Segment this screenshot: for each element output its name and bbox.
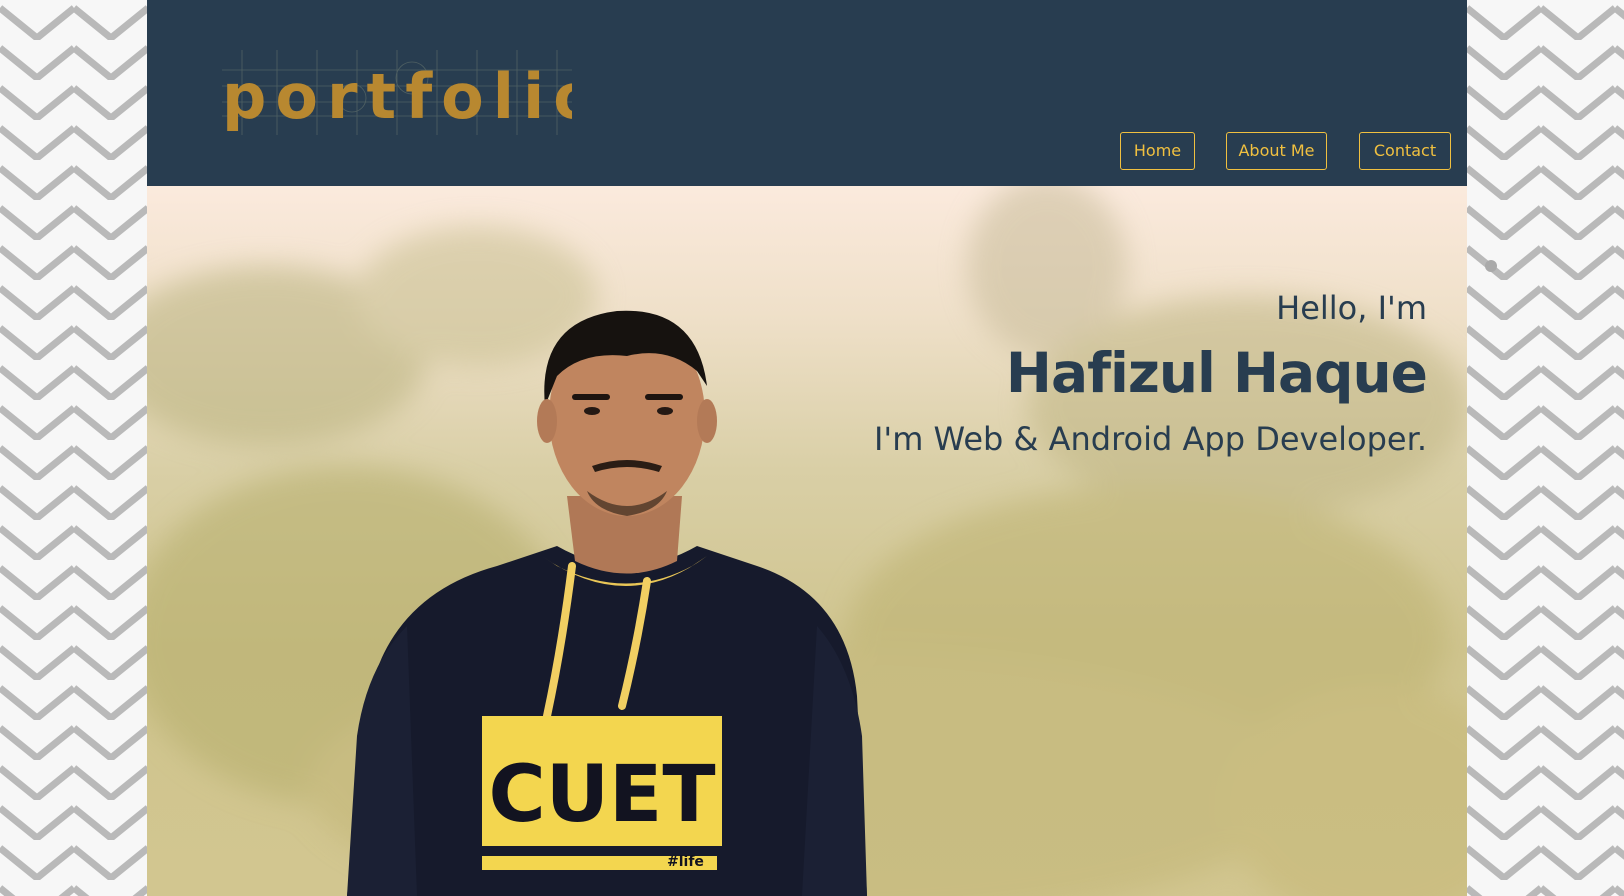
site-container: portfolio Home About Me Contact CUET #li… (147, 0, 1467, 896)
nav-home-button[interactable]: Home (1120, 132, 1195, 170)
hero-section: CUET #life Hello, I'm Hafizul Haque I'm … (147, 186, 1467, 896)
logo-text: portfolio (222, 60, 572, 133)
profile-photo: CUET #life (347, 310, 867, 896)
shirt-text: CUET (488, 750, 715, 840)
nav-about-button[interactable]: About Me (1226, 132, 1327, 170)
background-pattern-right (1467, 0, 1624, 896)
hero-greeting: Hello, I'm (1276, 289, 1427, 327)
nav-contact-button[interactable]: Contact (1359, 132, 1451, 170)
scroll-indicator-dot (1485, 260, 1497, 272)
shirt-tag: #life (667, 854, 704, 870)
hero-name: Hafizul Haque (1005, 341, 1428, 405)
background-pattern-left (0, 0, 147, 896)
portfolio-logo[interactable]: portfolio (222, 40, 596, 140)
site-header: portfolio Home About Me Contact (147, 0, 1467, 186)
hero-role: I'm Web & Android App Developer. (873, 420, 1427, 458)
